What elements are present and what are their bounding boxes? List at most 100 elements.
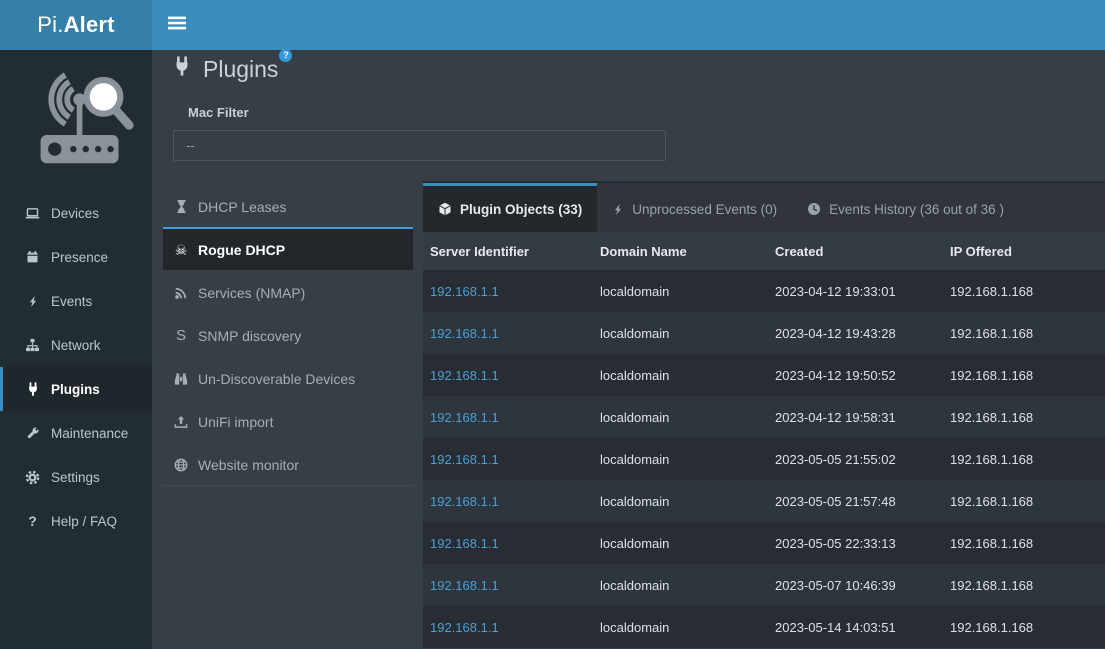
table-cell: localdomain bbox=[593, 480, 768, 522]
bolt-icon bbox=[612, 202, 624, 217]
sidebar-item-presence[interactable]: Presence bbox=[0, 235, 152, 279]
table-cell: localdomain bbox=[593, 270, 768, 312]
submenu-item-unifi-import[interactable]: UniFi import bbox=[163, 399, 413, 442]
submenu-item-label: Un-Discoverable Devices bbox=[198, 371, 355, 387]
skull-icon: ☠ bbox=[172, 243, 190, 257]
gear-icon bbox=[24, 470, 41, 485]
table-row: 192.168.1.1 localdomain2023-05-05 21:55:0… bbox=[423, 438, 1105, 480]
submenu-item-website-monitor[interactable]: Website monitor bbox=[163, 442, 413, 485]
column-header-ip-offered[interactable]: IP Offered bbox=[943, 232, 1105, 270]
table-cell: 2023-05-07 10:46:39 bbox=[768, 564, 943, 606]
table-cell: 192.168.1.168 bbox=[943, 270, 1105, 312]
help-badge[interactable]: ? bbox=[279, 49, 292, 62]
sidebar-item-maintenance[interactable]: Maintenance bbox=[0, 411, 152, 455]
table-cell: 192.168.1.168 bbox=[943, 606, 1105, 648]
sidebar-item-plugins[interactable]: Plugins bbox=[0, 367, 152, 411]
table-cell: 192.168.1.168 bbox=[943, 480, 1105, 522]
server-identifier-link[interactable]: 192.168.1.1 bbox=[430, 494, 499, 509]
table-cell: localdomain bbox=[593, 564, 768, 606]
server-identifier-link[interactable]: 192.168.1.1 bbox=[430, 536, 499, 551]
sidebar-item-events[interactable]: Events bbox=[0, 279, 152, 323]
server-identifier-link[interactable]: 192.168.1.1 bbox=[430, 578, 499, 593]
brand-logo[interactable]: Pi.Alert bbox=[0, 0, 152, 50]
plugin-submenu: DHCP Leases ☠ Rogue DHCP Services (NMAP) SSN… bbox=[163, 184, 413, 486]
server-identifier-link[interactable]: 192.168.1.1 bbox=[430, 452, 499, 467]
plug-icon bbox=[24, 382, 41, 397]
server-identifier-link[interactable]: 192.168.1.1 bbox=[430, 368, 499, 383]
server-identifier-link[interactable]: 192.168.1.1 bbox=[430, 620, 499, 635]
signal-icon bbox=[172, 286, 190, 300]
sidebar-item-devices[interactable]: Devices bbox=[0, 191, 152, 235]
tab-label: Unprocessed Events (0) bbox=[632, 202, 777, 217]
submenu-item-label: Rogue DHCP bbox=[198, 242, 285, 258]
sidebar-item-help-faq[interactable]: ? Help / FAQ bbox=[0, 499, 152, 543]
tab-label: Plugin Objects (33) bbox=[460, 202, 582, 217]
cell-server-identifier: 192.168.1.1 bbox=[423, 480, 593, 522]
binoculars-icon bbox=[172, 372, 190, 386]
table-cell: 192.168.1.168 bbox=[943, 396, 1105, 438]
table-cell: 192.168.1.168 bbox=[943, 354, 1105, 396]
server-identifier-link[interactable]: 192.168.1.1 bbox=[430, 284, 499, 299]
submenu-item-label: Website monitor bbox=[198, 457, 299, 473]
server-identifier-link[interactable]: 192.168.1.1 bbox=[430, 410, 499, 425]
cell-server-identifier: 192.168.1.1 bbox=[423, 396, 593, 438]
sidebar-item-network[interactable]: Network bbox=[0, 323, 152, 367]
table-row: 192.168.1.1localdomain2023-04-12 19:50:5… bbox=[423, 354, 1105, 396]
table-body: 192.168.1.1localdomain2023-04-12 19:33:0… bbox=[423, 270, 1105, 648]
sidebar-item-label: Network bbox=[51, 338, 101, 353]
plugin-objects-table: Server IdentifierDomain NameCreatedIP Of… bbox=[423, 232, 1105, 648]
plug-icon bbox=[172, 56, 192, 82]
sidebar-toggle-button[interactable] bbox=[155, 0, 199, 50]
clock-icon bbox=[807, 202, 821, 216]
column-header-server-identifier[interactable]: Server Identifier bbox=[423, 232, 593, 270]
table-cell: 2023-05-05 21:55:02 bbox=[768, 438, 943, 480]
tab-plugin-objects[interactable]: Plugin Objects (33) bbox=[423, 183, 597, 232]
submenu-item-un-discoverable-devices[interactable]: Un-Discoverable Devices bbox=[163, 356, 413, 399]
tab-bar: Plugin Objects (33) Unprocessed Events (0… bbox=[423, 181, 1105, 232]
page-title: Plugins? bbox=[203, 56, 278, 83]
hourglass-icon bbox=[172, 199, 190, 214]
submenu-item-label: Services (NMAP) bbox=[198, 285, 305, 301]
tab-unprocessed-events[interactable]: Unprocessed Events (0) bbox=[597, 183, 792, 232]
sidebar-item-label: Presence bbox=[51, 250, 108, 265]
cell-server-identifier: 192.168.1.1 bbox=[423, 564, 593, 606]
laptop-icon bbox=[24, 206, 41, 221]
submenu-item-dhcp-leases[interactable]: DHCP Leases bbox=[163, 184, 413, 227]
plugin-panel: Plugin Objects (33) Unprocessed Events (0… bbox=[423, 181, 1105, 649]
cell-server-identifier: 192.168.1.1 bbox=[423, 438, 593, 480]
tab-events-history[interactable]: Events History (36 out of 36 ) bbox=[792, 183, 1019, 232]
column-header-created[interactable]: Created bbox=[768, 232, 943, 270]
sidebar-item-label: Events bbox=[51, 294, 92, 309]
table-cell: 2023-04-12 19:43:28 bbox=[768, 312, 943, 354]
wrench-icon bbox=[24, 426, 41, 440]
table-cell: 192.168.1.168 bbox=[943, 522, 1105, 564]
submenu-item-snmp-discovery[interactable]: SSNMP discovery bbox=[163, 313, 413, 356]
table-row: 192.168.1.1 localdomain2023-05-07 10:46:3… bbox=[423, 564, 1105, 606]
submenu-item-label: SNMP discovery bbox=[198, 328, 301, 344]
cell-server-identifier: 192.168.1.1 bbox=[423, 270, 593, 312]
column-header-domain-name[interactable]: Domain Name bbox=[593, 232, 768, 270]
submenu-item-rogue-dhcp[interactable]: ☠ Rogue DHCP bbox=[163, 227, 413, 270]
table-cell: 192.168.1.168 bbox=[943, 564, 1105, 606]
mac-filter-input[interactable] bbox=[173, 130, 666, 161]
cube-icon bbox=[438, 202, 452, 216]
table-cell: localdomain bbox=[593, 438, 768, 480]
sidebar-item-label: Help / FAQ bbox=[51, 514, 117, 529]
tab-label: Events History (36 out of 36 ) bbox=[829, 202, 1004, 217]
table-cell: 192.168.1.168 bbox=[943, 438, 1105, 480]
brand-prefix: Pi. bbox=[37, 12, 63, 38]
table-row: 192.168.1.1localdomain2023-05-05 22:33:1… bbox=[423, 522, 1105, 564]
submenu-item-services-nmap[interactable]: Services (NMAP) bbox=[163, 270, 413, 313]
question-icon: ? bbox=[24, 514, 41, 528]
sidebar-item-settings[interactable]: Settings bbox=[0, 455, 152, 499]
table-cell: 2023-05-14 14:03:51 bbox=[768, 606, 943, 648]
table-row: 192.168.1.1localdomain2023-04-12 19:33:0… bbox=[423, 270, 1105, 312]
sidebar-item-label: Plugins bbox=[51, 382, 100, 397]
server-identifier-link[interactable]: 192.168.1.1 bbox=[430, 326, 499, 341]
table-cell: localdomain bbox=[593, 312, 768, 354]
table-row: 192.168.1.1 localdomain2023-05-05 21:57:4… bbox=[423, 480, 1105, 522]
table-cell: 2023-05-05 21:57:48 bbox=[768, 480, 943, 522]
table-cell: localdomain bbox=[593, 606, 768, 648]
router-search-logo bbox=[0, 50, 152, 191]
table-row: 192.168.1.1 localdomain2023-05-14 14:03:5… bbox=[423, 606, 1105, 648]
